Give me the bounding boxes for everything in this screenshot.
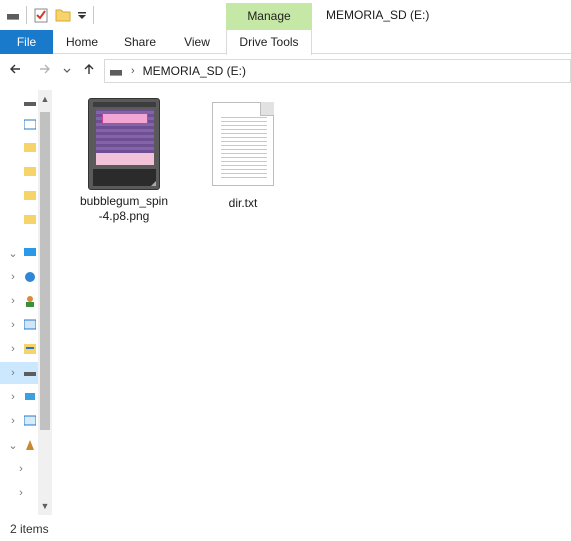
chevron-right-icon[interactable]: › <box>6 343 20 355</box>
tab-drive-tools[interactable]: Drive Tools <box>226 30 312 55</box>
drive-icon[interactable] <box>6 8 20 22</box>
text-document-icon <box>212 102 274 186</box>
quick-access-toolbar <box>6 6 94 24</box>
drive-icon <box>24 372 36 376</box>
nav-item-folder[interactable] <box>0 136 38 158</box>
back-button[interactable] <box>6 61 24 81</box>
nav-item-network[interactable]: › <box>0 410 38 432</box>
nav-item-this-pc[interactable]: ⌄ <box>0 242 38 264</box>
navigation-bar: › MEMORIA_SD (E:) <box>0 56 571 86</box>
folder-icon <box>24 215 36 224</box>
file-list-view[interactable]: bubblegum_spin -4.p8.png dir.txt <box>52 90 571 515</box>
nav-item-sub[interactable]: › <box>0 458 38 480</box>
nav-item-memoria-sd[interactable]: › <box>0 362 38 384</box>
file-item[interactable]: bubblegum_spin -4.p8.png <box>74 98 174 224</box>
chevron-right-icon[interactable]: › <box>6 391 20 403</box>
item-count: 2 items <box>10 522 49 536</box>
network-drive-icon <box>25 393 35 400</box>
cube-icon <box>25 272 35 282</box>
pico8-cart-icon <box>88 98 160 190</box>
chevron-right-icon[interactable]: › <box>6 415 20 427</box>
folder-icon <box>24 143 36 152</box>
drive-icon <box>110 70 122 76</box>
folder-icon <box>24 167 36 176</box>
scrollbar-thumb[interactable] <box>40 112 50 430</box>
chevron-right-icon[interactable]: › <box>14 463 28 475</box>
file-name: bubblegum_spin -4.p8.png <box>79 194 169 223</box>
chevron-right-icon[interactable]: › <box>6 295 20 307</box>
forward-button[interactable] <box>36 61 54 81</box>
nav-item-drive[interactable] <box>0 92 38 114</box>
nav-item-contacts[interactable]: › <box>0 290 38 312</box>
breadcrumb-current[interactable]: MEMORIA_SD (E:) <box>143 64 246 78</box>
ribbon-tabs: File Home Share View Drive Tools <box>0 30 571 55</box>
toolbar-separator <box>93 6 94 24</box>
chevron-right-icon[interactable]: › <box>6 319 20 331</box>
penguin-icon <box>26 440 34 450</box>
nav-item-network-drive[interactable]: › <box>0 386 38 408</box>
file-item[interactable]: dir.txt <box>193 102 293 211</box>
chevron-right-icon[interactable]: › <box>14 487 28 499</box>
nav-item-desktop[interactable] <box>0 114 38 136</box>
customize-qat-icon[interactable] <box>77 8 87 22</box>
tab-home[interactable]: Home <box>60 30 104 54</box>
folder-icon <box>24 191 36 200</box>
nav-item-folder[interactable] <box>0 160 38 182</box>
back-arrow-icon <box>10 64 20 74</box>
chevron-down-icon <box>63 68 71 73</box>
nav-pane-scrollbar[interactable]: ▲ ▼ <box>38 90 52 515</box>
breadcrumb-separator-icon[interactable]: › <box>131 65 135 77</box>
nav-item-folder[interactable] <box>0 184 38 206</box>
documents-icon <box>24 344 36 354</box>
up-button[interactable] <box>80 61 98 81</box>
manage-contextual-tab[interactable]: Manage <box>226 3 312 30</box>
scroll-up-icon[interactable]: ▲ <box>38 92 52 106</box>
forward-arrow-icon <box>40 64 50 74</box>
chevron-right-icon[interactable]: › <box>6 271 20 283</box>
chevron-down-icon[interactable]: ⌄ <box>6 247 20 260</box>
address-bar[interactable]: › MEMORIA_SD (E:) <box>104 59 571 83</box>
nav-item-sub[interactable]: › <box>0 482 38 504</box>
nav-item-documents[interactable]: › <box>0 338 38 360</box>
tab-file[interactable]: File <box>0 30 53 54</box>
computer-icon <box>24 248 36 256</box>
chevron-down-icon[interactable]: ⌄ <box>6 439 20 452</box>
people-icon <box>26 296 34 307</box>
desktop-icon <box>24 319 36 330</box>
recent-locations-button[interactable] <box>60 61 74 81</box>
tab-share[interactable]: Share <box>118 30 162 54</box>
status-bar: 2 items <box>0 517 571 541</box>
nav-item-3d-objects[interactable]: › <box>0 266 38 288</box>
nav-item-desktop-folder[interactable]: › <box>0 314 38 336</box>
new-folder-icon[interactable] <box>55 7 71 23</box>
network-icon <box>24 415 36 426</box>
scroll-down-icon[interactable]: ▼ <box>38 499 52 513</box>
nav-item-linux[interactable]: ⌄ <box>0 434 38 456</box>
chevron-right-icon[interactable]: › <box>6 367 20 379</box>
desktop-icon <box>24 119 36 130</box>
file-name: dir.txt <box>228 196 258 210</box>
properties-icon[interactable] <box>33 7 49 23</box>
nav-item-folder[interactable] <box>0 208 38 230</box>
window-title: MEMORIA_SD (E:) <box>326 8 430 22</box>
toolbar-separator <box>26 6 27 24</box>
tab-view[interactable]: View <box>176 30 218 54</box>
up-arrow-icon <box>84 64 94 74</box>
title-bar: Manage MEMORIA_SD (E:) <box>0 0 571 30</box>
drive-icon <box>24 102 36 106</box>
